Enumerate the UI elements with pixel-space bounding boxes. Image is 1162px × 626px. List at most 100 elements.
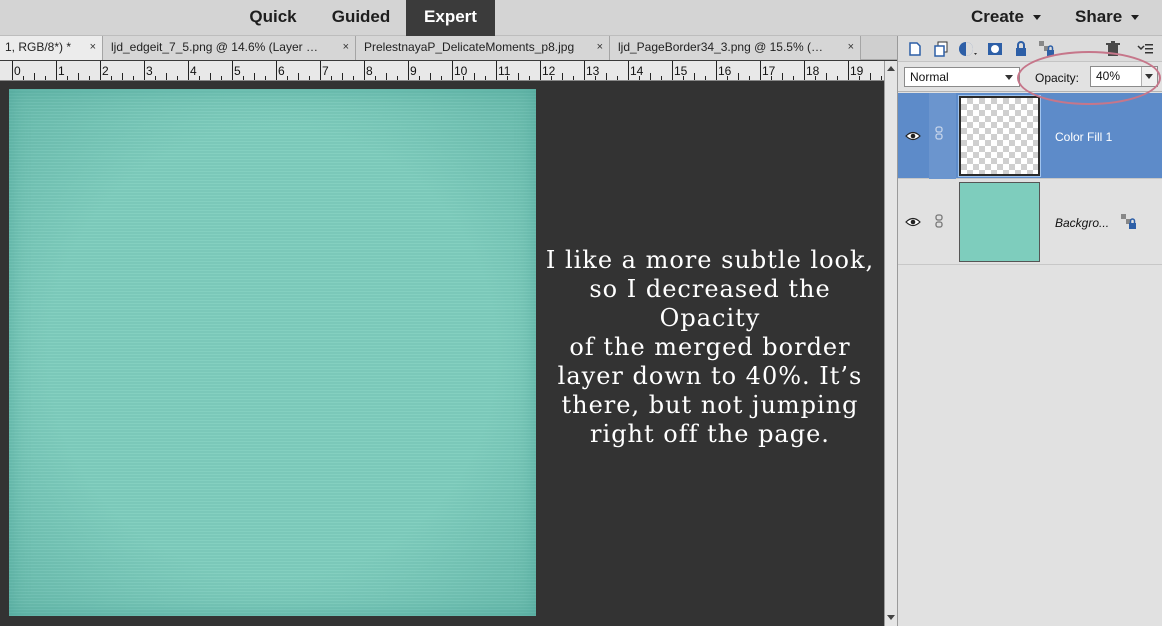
ruler-minor-tick (342, 73, 343, 80)
background-paper (9, 89, 536, 616)
caption-text: I like a more subtle look, so I decrease… (540, 246, 880, 449)
mode-expert-button[interactable]: Expert (406, 0, 495, 36)
caption-line: I like a more subtle look, (545, 246, 875, 274)
ruler-minor-tick (617, 76, 618, 80)
ruler-minor-tick (331, 76, 332, 80)
link-icon[interactable] (935, 214, 943, 228)
ruler-number: 0 (14, 64, 21, 78)
ruler-minor-tick (573, 76, 574, 80)
ruler-number: 1 (58, 64, 65, 78)
ruler-minor-tick (727, 76, 728, 80)
ruler-minor-tick (23, 76, 24, 80)
ruler-minor-tick (155, 76, 156, 80)
chevron-down-icon (1032, 15, 1041, 21)
document-canvas[interactable]: I like a more subtle look, so I decrease… (0, 81, 884, 626)
ruler-major-tick (12, 61, 13, 80)
tab-label: PrelestnayaP_DelicateMoments_p8.jpg (364, 40, 575, 54)
share-menu-button[interactable]: Share (1075, 0, 1140, 36)
ruler-number: 16 (718, 64, 732, 78)
ruler-minor-tick (870, 73, 871, 80)
layer-mask-icon[interactable] (986, 40, 1004, 58)
ruler-minor-tick (122, 73, 123, 80)
layer-name[interactable]: Backgro... (1055, 216, 1109, 230)
ruler-major-tick (56, 61, 57, 80)
close-icon[interactable]: × (90, 36, 96, 59)
ruler-number: 7 (322, 64, 329, 78)
ruler-minor-tick (441, 76, 442, 80)
horizontal-ruler[interactable]: 0 1 2 3 4 5 6 7 8 9 10 11 12 13 14 15 16 17 18 19 (0, 61, 884, 81)
tab-document-1[interactable]: 1, RGB/8*) * × (0, 36, 103, 60)
caption-line: layer down to 40%. It’s (557, 362, 863, 390)
ruler-minor-tick (265, 76, 266, 80)
layer-row-background[interactable]: Backgro... (898, 179, 1162, 265)
new-layer-icon[interactable] (906, 40, 924, 58)
close-icon[interactable]: × (343, 36, 349, 59)
ruler-minor-tick (474, 73, 475, 80)
duplicate-layer-icon[interactable] (932, 40, 950, 58)
ruler-number: 6 (278, 64, 285, 78)
create-menu-button[interactable]: Create (971, 0, 1041, 36)
eye-icon[interactable] (905, 131, 921, 141)
ruler-minor-tick (562, 73, 563, 80)
ruler-number: 14 (630, 64, 644, 78)
ruler-major-tick (452, 61, 453, 80)
mode-bar: Quick Guided Expert Create Share (0, 0, 1162, 36)
ruler-minor-tick (793, 76, 794, 80)
ruler-minor-tick (243, 76, 244, 80)
panel-menu-icon[interactable] (1136, 40, 1154, 58)
ruler-minor-tick (749, 76, 750, 80)
caption-line: so I decreased the Opacity (589, 275, 831, 332)
scroll-down-icon[interactable] (887, 615, 895, 620)
close-icon[interactable]: × (848, 36, 854, 59)
vertical-scrollbar[interactable] (884, 61, 897, 626)
ruler-number: 13 (586, 64, 600, 78)
tab-label: ljd_PageBorder34_3.png @ 15.5% (… (618, 40, 823, 54)
adjustment-layer-icon[interactable] (958, 40, 980, 58)
link-icon[interactable] (935, 126, 943, 140)
ruler-major-tick (276, 61, 277, 80)
ruler-major-tick (584, 61, 585, 80)
ruler-minor-tick (166, 73, 167, 80)
ruler-number: 15 (674, 64, 688, 78)
mode-quick-button[interactable]: Quick (236, 0, 310, 36)
ruler-minor-tick (782, 73, 783, 80)
ruler-minor-tick (375, 76, 376, 80)
blend-mode-dropdown[interactable]: Normal (904, 67, 1020, 87)
ruler-minor-tick (221, 76, 222, 80)
document-tabs: 1, RGB/8*) * × ljd_edgeit_7_5.png @ 14.6%… (0, 36, 897, 60)
ruler-major-tick (408, 61, 409, 80)
ruler-minor-tick (419, 76, 420, 80)
tab-document-2[interactable]: ljd_edgeit_7_5.png @ 14.6% (Layer … × (103, 36, 356, 60)
share-label: Share (1075, 7, 1123, 26)
ruler-minor-tick (837, 76, 838, 80)
ruler-major-tick (144, 61, 145, 80)
ruler-minor-tick (177, 76, 178, 80)
eye-icon[interactable] (905, 217, 921, 227)
layer-name[interactable]: Color Fill 1 (1055, 130, 1112, 144)
ruler-minor-tick (133, 76, 134, 80)
ruler-minor-tick (298, 73, 299, 80)
layer-row-color-fill[interactable]: Color Fill 1 (898, 93, 1162, 179)
ruler-minor-tick (111, 76, 112, 80)
tab-document-3[interactable]: PrelestnayaP_DelicateMoments_p8.jpg × (356, 36, 610, 60)
ruler-number: 11 (498, 64, 511, 78)
ruler-major-tick (760, 61, 761, 80)
ruler-minor-tick (485, 76, 486, 80)
layers-panel: Normal Opacity: 40% Color Fill 1 Backgro… (897, 36, 1162, 626)
close-icon[interactable]: × (597, 36, 603, 59)
caption-line: there, but not jumping (561, 391, 859, 419)
ruler-major-tick (232, 61, 233, 80)
chevron-down-icon (1005, 75, 1013, 80)
ruler-minor-tick (859, 76, 860, 80)
ruler-minor-tick (397, 76, 398, 80)
scroll-up-icon[interactable] (887, 66, 895, 71)
tab-document-4[interactable]: ljd_PageBorder34_3.png @ 15.5% (… × (610, 36, 861, 60)
ruler-number: 5 (234, 64, 241, 78)
mode-guided-button[interactable]: Guided (318, 0, 404, 36)
ruler-minor-tick (199, 76, 200, 80)
lock-all-icon[interactable] (1012, 40, 1030, 58)
ruler-minor-tick (89, 76, 90, 80)
ruler-minor-tick (606, 73, 607, 80)
ruler-minor-tick (683, 76, 684, 80)
ruler-minor-tick (551, 76, 552, 80)
